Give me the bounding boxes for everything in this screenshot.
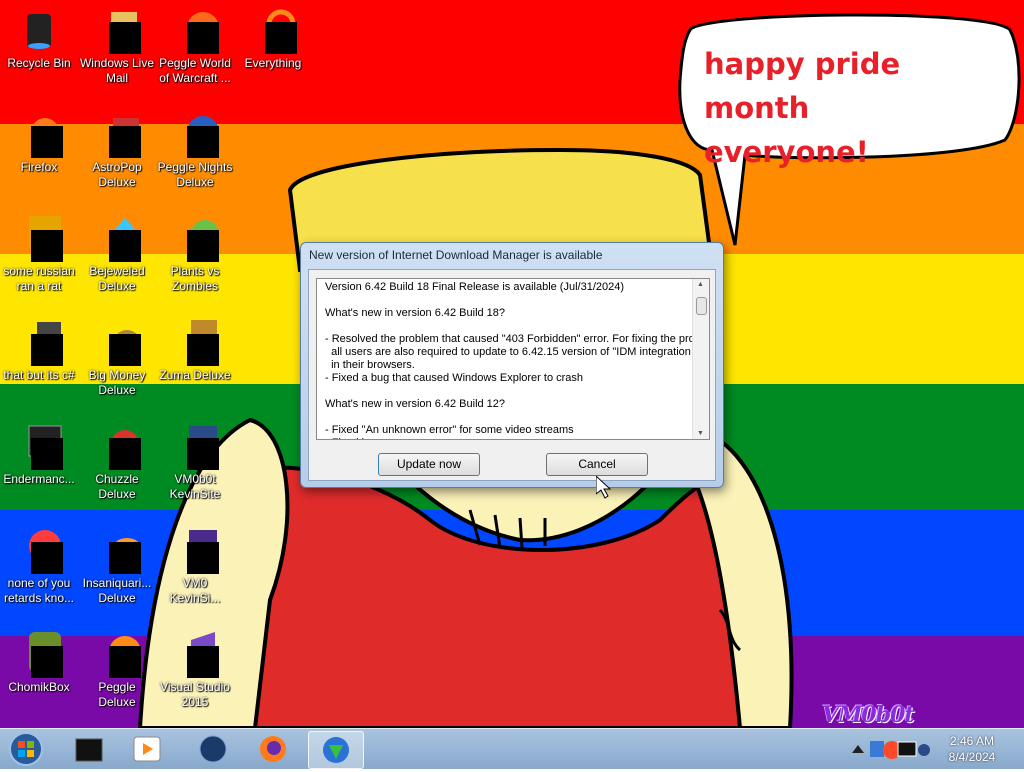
desktop-icon-zuma-deluxe[interactable]: Zuma Deluxe <box>156 318 234 383</box>
start-button[interactable] <box>6 731 46 767</box>
desktop-icon-insaniquarium-deluxe[interactable]: Insaniquari... Deluxe <box>78 526 156 606</box>
scrollbar-thumb[interactable] <box>696 297 707 315</box>
terminal-icon <box>15 422 63 470</box>
firefox-icon <box>260 736 286 762</box>
zuma-icon <box>171 318 219 366</box>
game-icon <box>93 110 141 158</box>
scroll-up-arrow-icon[interactable]: ▲ <box>697 281 704 288</box>
desktop-icon-peggle-nights-deluxe[interactable]: Peggle Nights Deluxe <box>156 110 234 190</box>
taskbar-globe[interactable] <box>186 731 240 767</box>
desktop-icon-none-of-you[interactable]: none of you retards kno... <box>0 526 78 606</box>
desktop-icon-vm0b0t-kevinsite[interactable]: VM0b0t KevinSite <box>156 422 234 502</box>
fish-icon <box>93 526 141 574</box>
desktop-icon-recycle-bin[interactable]: Recycle Bin <box>0 6 78 71</box>
gem-icon <box>93 214 141 262</box>
scroll-down-arrow-icon[interactable]: ▼ <box>697 430 704 437</box>
windows-logo-icon <box>9 732 43 766</box>
taskbar-media-player[interactable] <box>120 731 174 767</box>
app-icon <box>15 214 63 262</box>
taskbar-app-black[interactable] <box>62 731 116 767</box>
desktop: happy pride month everyone! VM0b0t Recyc… <box>0 0 1024 728</box>
cancel-button[interactable]: Cancel <box>546 453 648 476</box>
show-hidden-icons-icon <box>852 745 864 753</box>
globe-icon <box>199 735 227 763</box>
speech-text: happy pride month everyone! <box>704 42 984 174</box>
money-bag-icon <box>93 318 141 366</box>
desktop-icon-some-russian-ran-a-rat[interactable]: some russian ran a rat <box>0 214 78 294</box>
speech-text-line-1: happy pride month <box>704 47 901 125</box>
app-icon <box>171 526 219 574</box>
desktop-icon-chomikbox[interactable]: ChomikBox <box>0 630 78 695</box>
app-icon <box>171 422 219 470</box>
hamster-icon <box>15 630 63 678</box>
desktop-icon-vm0-kevinsite[interactable]: VM0 KevinSi... <box>156 526 234 606</box>
desktop-icon-that-but-its-csharp[interactable]: that but its c# <box>0 318 78 383</box>
desktop-icon-peggle-world-of-warcraft[interactable]: Peggle World of Warcraft ... <box>156 6 234 86</box>
taskbar-idm[interactable] <box>308 731 364 769</box>
internet-download-manager-icon <box>323 737 349 763</box>
search-icon <box>249 6 297 54</box>
idm-update-dialog: New version of Internet Download Manager… <box>300 242 724 488</box>
desktop-icon-everything[interactable]: Everything <box>234 6 312 71</box>
release-notes-textbox[interactable]: Version 6.42 Build 18 Final Release is a… <box>316 278 710 440</box>
peggle-icon <box>171 6 219 54</box>
release-notes-text: Version 6.42 Build 18 Final Release is a… <box>325 281 709 439</box>
recycle-bin-icon <box>15 6 63 54</box>
desktop-icon-bejeweled-deluxe[interactable]: Bejeweled Deluxe <box>78 214 156 294</box>
clock-date: 8/4/2024 <box>948 750 996 764</box>
black-app-icon <box>75 738 103 762</box>
desktop-icon-windows-live-mail[interactable]: Windows Live Mail <box>78 6 156 86</box>
desktop-icon-visual-studio-2015[interactable]: Visual Studio 2015 <box>156 630 234 710</box>
desktop-icon-peggle-deluxe[interactable]: Peggle Deluxe <box>78 630 156 710</box>
dialog-client-area: Version 6.42 Build 18 Final Release is a… <box>308 269 716 481</box>
app-icon <box>15 526 63 574</box>
peggle-icon <box>93 630 141 678</box>
game-icon <box>93 422 141 470</box>
app-icon <box>15 318 63 366</box>
speech-text-line-2: everyone! <box>704 135 869 169</box>
dialog-title: New version of Internet Download Manager… <box>309 248 603 262</box>
desktop-icon-big-money-deluxe[interactable]: Big Money Deluxe <box>78 318 156 398</box>
visual-studio-icon <box>171 630 219 678</box>
plant-icon <box>171 214 219 262</box>
desktop-icon-firefox[interactable]: Firefox <box>0 110 78 175</box>
desktop-icon-endermanc[interactable]: Endermanc... <box>0 422 78 487</box>
system-tray-icons[interactable] <box>848 737 932 763</box>
desktop-icon-chuzzle-deluxe[interactable]: Chuzzle Deluxe <box>78 422 156 502</box>
clock-time: 2:46 AM <box>949 734 995 748</box>
release-notes-scrollbar[interactable]: ▲ ▼ <box>692 279 709 439</box>
taskbar-firefox[interactable] <box>246 731 300 767</box>
mouse-cursor-icon <box>596 476 612 499</box>
desktop-icon-astropop-deluxe[interactable]: AstroPop Deluxe <box>78 110 156 190</box>
media-player-icon <box>133 736 161 762</box>
watermark: VM0b0t <box>822 702 915 728</box>
taskbar: 2:46 AM 8/4/2024 <box>0 728 1024 769</box>
peggle-icon <box>171 110 219 158</box>
desktop-icon-plants-vs-zombies[interactable]: Plants vs Zombies <box>156 214 234 294</box>
firefox-icon <box>15 110 63 158</box>
update-now-button[interactable]: Update now <box>378 453 480 476</box>
clock[interactable]: 2:46 AM 8/4/2024 <box>936 733 1008 765</box>
mail-icon <box>93 6 141 54</box>
